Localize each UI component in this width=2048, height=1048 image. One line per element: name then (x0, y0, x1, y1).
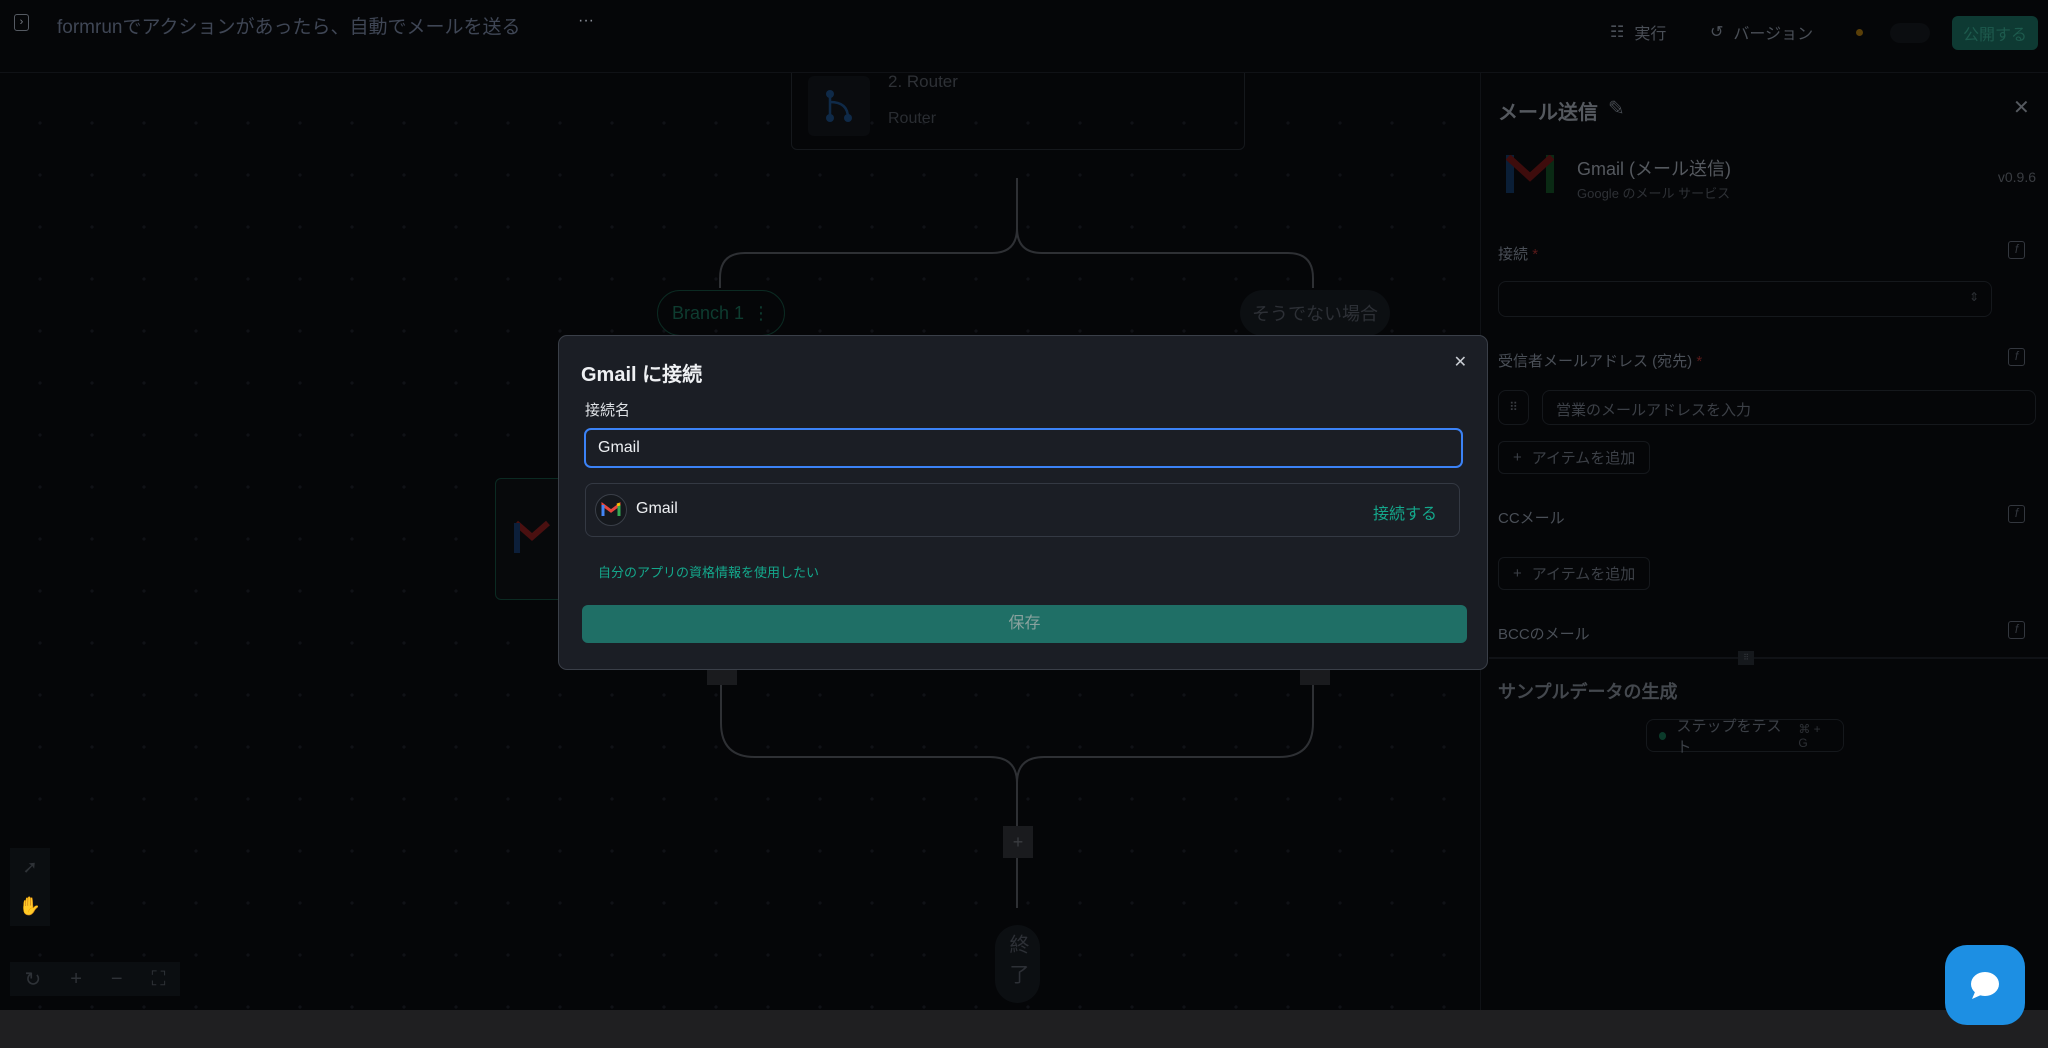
end-node: 終了 (995, 925, 1040, 1003)
gmail-logo-icon (1506, 155, 1554, 193)
test-step-button[interactable]: ステップをテスト ⌘ + G (1646, 718, 1844, 756)
more-options-icon[interactable]: ··· (578, 12, 594, 30)
panel-divider (1489, 657, 2048, 659)
router-title: 2. Router (888, 72, 958, 91)
hand-tool-icon[interactable]: ✋ (10, 887, 50, 926)
recipient-input[interactable]: 営業のメールアドレスを入力 (1542, 390, 2036, 425)
list-icon: ☷ (1610, 24, 1625, 41)
bottom-bar (0, 1010, 2048, 1048)
panel-title-text: メール送信 (1498, 102, 1598, 124)
branch1-pill[interactable]: Branch 1 ⋮ (657, 290, 785, 336)
zoom-in-icon[interactable]: + (70, 968, 82, 991)
gmail-icon (595, 494, 627, 526)
edit-pencil-icon[interactable]: ✎ (1608, 96, 1625, 125)
run-button[interactable]: ☷ 実行 (1610, 20, 1666, 44)
enable-toggle[interactable] (1890, 23, 1930, 43)
own-app-credentials-link[interactable]: 自分のアプリの資格情報を使用したい (598, 562, 819, 581)
resize-handle-icon[interactable]: ⠿ (1738, 651, 1754, 665)
status-dot (1659, 731, 1667, 740)
history-icon: ↺ (1710, 24, 1724, 41)
branch1-label: Branch 1 (671, 302, 745, 323)
otherwise-pill[interactable]: そうでない場合 (1240, 290, 1390, 336)
add-recipient-button[interactable]: + アイテムを追加 (1498, 441, 1651, 474)
status-dot (1856, 29, 1863, 36)
publish-button[interactable]: 公開する (1952, 16, 2038, 50)
panel-title: メール送信 ✎ (1498, 96, 1625, 125)
bcc-label: BCCのメール (1498, 626, 1590, 643)
formula-toggle-icon[interactable]: f (2008, 505, 2025, 523)
connection-select[interactable]: ⇕ (1498, 281, 1992, 317)
sample-data-title: サンプルデータの生成 (1498, 682, 1678, 702)
top-bar: › formrunでアクションがあったら、自動でメールを送る ··· ☷ 実行 ↺… (0, 0, 2048, 73)
tool-palette: ➚ ✋ (10, 848, 50, 926)
cc-label: CCメール (1498, 510, 1565, 527)
gmail-connect-dialog: Gmail に接続 ✕ 接続名 Gmail Gmail 接続する 自分のアプリの… (558, 335, 1488, 670)
formula-toggle-icon[interactable]: f (2008, 241, 2025, 259)
run-label: 実行 (1634, 26, 1667, 43)
app-description: Google のメール サービス (1577, 186, 1731, 201)
dialog-title: Gmail に接続 (581, 364, 703, 386)
chat-bubble-icon (1971, 972, 1999, 999)
zoom-out-icon[interactable]: − (111, 968, 123, 991)
fit-view-icon[interactable]: ⛶ (151, 968, 165, 991)
router-subtitle: Router (888, 110, 937, 127)
pointer-tool-icon[interactable]: ➚ (10, 848, 50, 887)
drag-handle-icon[interactable]: ⠿ (1498, 390, 1529, 425)
provider-name: Gmail (636, 500, 678, 517)
zoom-controls: ↻ + − ⛶ (10, 962, 180, 996)
recipient-label: 受信者メールアドレス (宛先) * (1498, 353, 1703, 370)
add-step-button[interactable]: + (1003, 826, 1033, 858)
connection-label: 接続 * (1498, 246, 1539, 263)
gmail-icon (514, 520, 550, 553)
add-cc-button[interactable]: + アイテムを追加 (1498, 557, 1651, 590)
gmail-provider-row: Gmail 接続する (585, 483, 1460, 537)
workflow-title[interactable]: formrunでアクションがあったら、自動でメールを送る (57, 12, 521, 39)
chat-support-button[interactable] (1945, 945, 2025, 1025)
formula-toggle-icon[interactable]: f (2008, 348, 2025, 366)
step-settings-panel: メール送信 ✎ ✕ Gmail (メール送信) Google のメール サービス … (1480, 73, 2048, 1010)
connection-name-label: 接続名 (585, 402, 631, 419)
app-name: Gmail (メール送信) (1577, 159, 1731, 179)
plus-icon: + (1513, 565, 1522, 582)
plus-icon: + (1513, 449, 1522, 466)
sidebar-toggle-icon[interactable]: › (14, 14, 29, 31)
version-label: バージョン (1733, 26, 1814, 43)
reset-icon[interactable]: ↻ (24, 967, 41, 992)
router-icon (808, 76, 870, 136)
chevron-updown-icon: ⇕ (1968, 290, 1979, 304)
app-version: v0.9.6 (1997, 169, 2036, 185)
save-button[interactable]: 保存 (582, 605, 1467, 643)
connect-button[interactable]: 接続する (1373, 500, 1437, 524)
gmail-node[interactable] (495, 478, 565, 600)
kebab-icon[interactable]: ⋮ (752, 303, 770, 324)
close-dialog-icon[interactable]: ✕ (1454, 352, 1467, 372)
version-button[interactable]: ↺ バージョン (1710, 20, 1813, 44)
close-panel-icon[interactable]: ✕ (2013, 95, 2030, 120)
formula-toggle-icon[interactable]: f (2008, 621, 2025, 639)
connection-name-input[interactable]: Gmail (584, 428, 1463, 468)
shortcut-hint: ⌘ + G (1798, 721, 1821, 750)
